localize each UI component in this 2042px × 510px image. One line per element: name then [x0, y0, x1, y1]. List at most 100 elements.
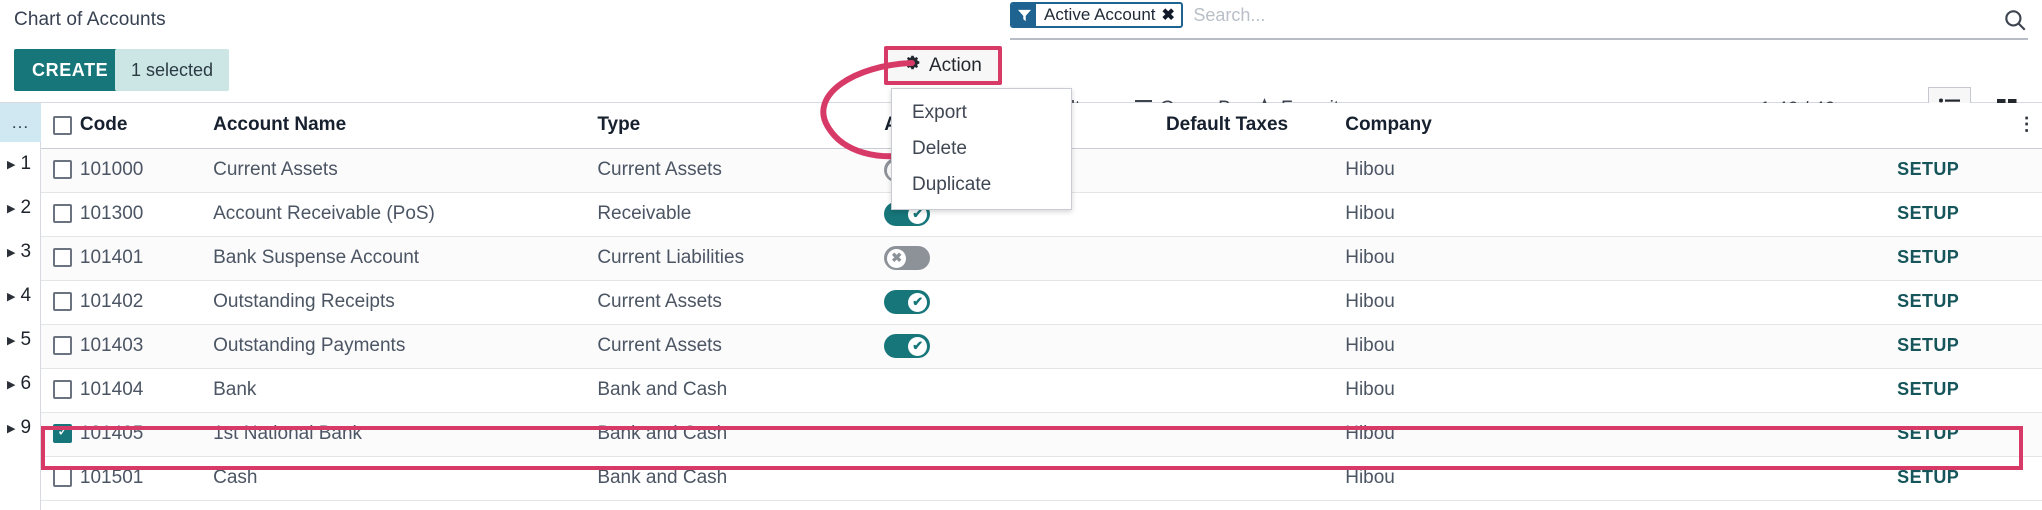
setup-link[interactable]: SETUP: [1897, 467, 1959, 487]
row-checkbox[interactable]: [53, 468, 72, 488]
column-header-company[interactable]: Company: [1345, 103, 1735, 149]
row-checkbox[interactable]: [53, 160, 72, 180]
setup-link[interactable]: SETUP: [1897, 423, 1959, 443]
sidebar-group-4[interactable]: ▶ 4: [0, 274, 40, 318]
create-button[interactable]: CREATE: [14, 49, 127, 91]
row-select-cell[interactable]: [41, 280, 80, 325]
sidebar-options-toggle[interactable]: ...: [0, 103, 41, 142]
chevron-right-icon[interactable]: ▶: [7, 334, 15, 347]
cell-code: 101402: [79, 280, 214, 325]
sidebar-group-1[interactable]: ▶ 1: [0, 142, 40, 186]
cell-type: Receivable: [597, 192, 885, 237]
table-row[interactable]: 101501 Cash Bank and Cash Hibou SETUP: [41, 456, 2042, 501]
row-checkbox[interactable]: [53, 336, 72, 356]
row-select-cell[interactable]: [41, 324, 80, 369]
cell-setup[interactable]: SETUP: [1734, 192, 2012, 237]
row-checkbox[interactable]: [53, 292, 72, 312]
cell-type: Current Assets: [597, 280, 885, 325]
cell-allow-reconciliation[interactable]: [884, 368, 1166, 413]
action-button[interactable]: Action: [884, 46, 1002, 85]
table-row[interactable]: 101401 Bank Suspense Account Current Liabi…: [41, 236, 2042, 281]
search-icon[interactable]: [2002, 7, 2028, 33]
cell-default-taxes: [1165, 456, 1346, 501]
cell-setup[interactable]: SETUP: [1734, 324, 2012, 369]
cell-allow-reconciliation[interactable]: ✔: [884, 280, 1166, 325]
column-options-toggle[interactable]: ⋮: [2011, 103, 2042, 149]
action-menu-item-delete[interactable]: Delete: [892, 131, 1071, 167]
reconciliation-toggle-off[interactable]: ✖: [884, 246, 931, 270]
reconciliation-toggle-on[interactable]: ✔: [884, 290, 931, 314]
column-header-code[interactable]: Code: [79, 103, 214, 149]
chevron-right-icon[interactable]: ▶: [7, 422, 15, 435]
row-checkbox[interactable]: [53, 248, 72, 268]
table-row[interactable]: 101404 Bank Bank and Cash Hibou SETUP: [41, 368, 2042, 413]
cell-setup[interactable]: SETUP: [1734, 148, 2012, 193]
table-row[interactable]: 1014051st National BankBank and Cash Hibo…: [41, 412, 2042, 457]
group-sidebar: ... ▶ 1 ▶ 2 ▶ 3 ▶ 4 ▶ 5 ▶ 6 ▶ 9: [0, 103, 41, 510]
chevron-right-icon[interactable]: ▶: [7, 158, 15, 171]
row-select-cell[interactable]: [41, 368, 80, 413]
chevron-right-icon[interactable]: ▶: [7, 290, 15, 303]
action-button-label: Action: [929, 54, 982, 76]
cell-code: 101401: [79, 236, 214, 281]
table-row[interactable]: 101403 Outstanding Payments Current Assets…: [41, 324, 2042, 369]
selection-count-button[interactable]: 1 selected: [115, 49, 230, 91]
cell-setup[interactable]: SETUP: [1734, 368, 2012, 413]
sidebar-group-2[interactable]: ▶ 2: [0, 186, 40, 230]
cell-allow-reconciliation[interactable]: ✔: [884, 324, 1166, 369]
action-menu-item-export[interactable]: Export: [892, 95, 1071, 131]
cell-type: Bank and Cash: [597, 368, 885, 413]
row-select-cell[interactable]: [41, 192, 80, 237]
chevron-right-icon[interactable]: ▶: [7, 246, 15, 259]
gear-icon: [904, 54, 921, 77]
setup-link[interactable]: SETUP: [1897, 291, 1959, 311]
search-input[interactable]: Search...: [1187, 5, 1265, 26]
cell-setup[interactable]: SETUP: [1734, 280, 2012, 325]
cell-default-taxes: [1165, 324, 1346, 369]
row-select-cell[interactable]: [41, 412, 80, 457]
close-icon[interactable]: ✖: [1160, 4, 1181, 26]
column-header-account-name[interactable]: Account Name: [213, 103, 598, 149]
cell-setup[interactable]: SETUP: [1734, 412, 2012, 457]
cell-setup[interactable]: SETUP: [1734, 456, 2012, 501]
search-view[interactable]: Active Account ✖ Search...: [1010, 2, 1940, 38]
breadcrumb[interactable]: Chart of Accounts: [14, 9, 166, 31]
sidebar-group-9[interactable]: ▶ 9: [0, 406, 40, 450]
cell-options: [2011, 412, 2042, 457]
filter-icon: [1012, 4, 1036, 26]
vertical-dots-icon[interactable]: ⋮: [2018, 114, 2036, 134]
cell-company: Hibou: [1345, 324, 1735, 369]
reconciliation-toggle-on[interactable]: ✔: [884, 334, 931, 358]
chevron-right-icon[interactable]: ▶: [7, 202, 15, 215]
setup-link[interactable]: SETUP: [1897, 247, 1959, 267]
action-menu-item-duplicate[interactable]: Duplicate: [892, 167, 1071, 203]
setup-link[interactable]: SETUP: [1897, 335, 1959, 355]
sidebar-group-6[interactable]: ▶ 6: [0, 362, 40, 406]
cell-allow-reconciliation[interactable]: ✖: [884, 236, 1166, 281]
search-facet-active-account[interactable]: Active Account ✖: [1010, 2, 1183, 28]
setup-link[interactable]: SETUP: [1897, 379, 1959, 399]
row-checkbox[interactable]: [53, 380, 72, 400]
sidebar-group-label: 3: [20, 241, 32, 262]
setup-link[interactable]: SETUP: [1897, 203, 1959, 223]
cell-options: [2011, 192, 2042, 237]
row-select-cell[interactable]: [41, 236, 80, 281]
table-row[interactable]: 101402 Outstanding Receipts Current Assets…: [41, 280, 2042, 325]
row-checkbox[interactable]: [53, 422, 72, 444]
cell-allow-reconciliation[interactable]: [884, 456, 1166, 501]
cell-account-name: Bank: [213, 368, 598, 413]
cell-allow-reconciliation[interactable]: [884, 412, 1166, 457]
column-header-type[interactable]: Type: [597, 103, 885, 149]
cell-account-name: Bank Suspense Account: [213, 236, 598, 281]
row-select-cell[interactable]: [41, 148, 80, 193]
column-header-default-taxes[interactable]: Default Taxes: [1165, 103, 1346, 149]
chevron-right-icon[interactable]: ▶: [7, 378, 15, 391]
setup-link[interactable]: SETUP: [1897, 159, 1959, 179]
select-all-checkbox[interactable]: [53, 115, 72, 135]
row-checkbox[interactable]: [53, 204, 72, 224]
select-all-header: [41, 103, 80, 149]
sidebar-group-5[interactable]: ▶ 5: [0, 318, 40, 362]
row-select-cell[interactable]: [41, 456, 80, 501]
sidebar-group-3[interactable]: ▶ 3: [0, 230, 40, 274]
cell-setup[interactable]: SETUP: [1734, 236, 2012, 281]
